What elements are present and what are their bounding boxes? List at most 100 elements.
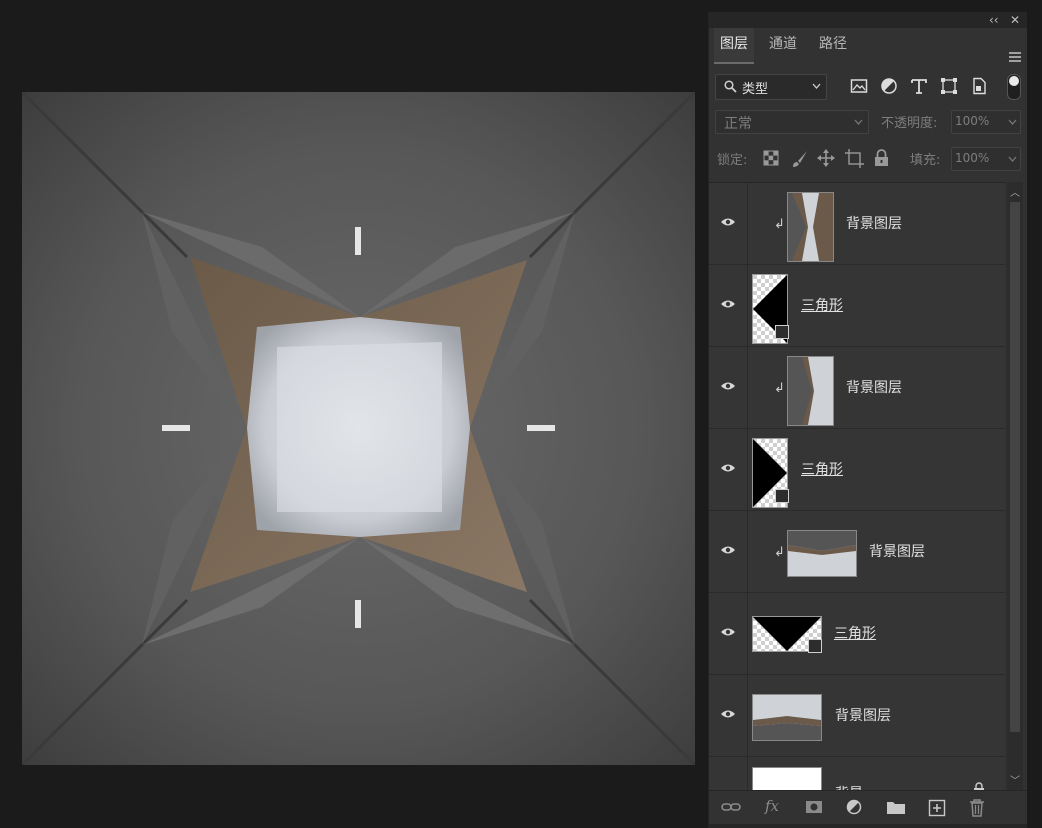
layer-name[interactable]: 三角形: [801, 295, 843, 315]
blend-mode-value: 正常: [724, 116, 752, 132]
layer-name[interactable]: 背景图层: [846, 377, 902, 397]
eye-icon[interactable]: [720, 299, 736, 309]
type-filter-icon[interactable]: [910, 77, 928, 95]
collapse-panel-button[interactable]: ‹‹: [989, 12, 999, 28]
layer-name[interactable]: 背景图层: [835, 705, 891, 725]
chevron-down-icon: [854, 119, 863, 125]
visibility-column: [709, 183, 748, 264]
panel-bottom-edge: [709, 824, 1027, 828]
layer-filter-row: 类型: [709, 72, 1027, 102]
visibility-column: [709, 757, 748, 791]
layer-row[interactable]: 背景图层: [709, 675, 1005, 757]
close-panel-button[interactable]: ✕: [1010, 12, 1020, 28]
visibility-column: [709, 593, 748, 674]
new-adjustment-icon[interactable]: [846, 799, 864, 817]
layer-name[interactable]: 三角形: [801, 459, 843, 479]
eye-icon[interactable]: [720, 545, 736, 555]
link-layers-icon[interactable]: [721, 799, 741, 815]
road-vertical-thumbnail: [788, 357, 833, 425]
road-vertical-thumbnail: [788, 193, 833, 261]
layer-thumbnail[interactable]: [752, 694, 822, 741]
layer-row[interactable]: 背景: [709, 757, 1005, 791]
filter-kind-label: 类型: [742, 82, 769, 97]
delete-layer-icon[interactable]: [969, 799, 985, 817]
eye-icon[interactable]: [720, 627, 736, 637]
layer-name[interactable]: 背景图层: [869, 541, 925, 561]
lock-transparent-pixels-icon[interactable]: [763, 150, 779, 166]
layer-thumbnail[interactable]: [752, 767, 822, 791]
visibility-column: [709, 429, 748, 510]
fx-icon[interactable]: fx: [765, 797, 779, 815]
visibility-column: [709, 675, 748, 756]
layer-row[interactable]: 三角形: [709, 429, 1005, 511]
scroll-up-icon[interactable]: ︿: [1010, 184, 1020, 199]
chevron-down-icon: [1008, 156, 1017, 162]
layers-list: ↲ 背景图层 三角形 ↲ 背景图层 三角形 ↲ 背景图层 三角形 背景图层: [709, 182, 1005, 791]
blend-mode-select[interactable]: 正常: [715, 110, 869, 134]
opacity-field[interactable]: 100%: [951, 110, 1021, 134]
panel-menu-icon[interactable]: [1009, 52, 1021, 64]
fill-value: 100%: [955, 151, 990, 165]
clipping-mask-arrow-icon: ↲: [774, 381, 785, 396]
add-mask-icon[interactable]: [805, 799, 823, 815]
kaleidoscope-road-image: [22, 92, 695, 765]
tab-layers[interactable]: 图层: [714, 28, 754, 64]
image-filter-icon[interactable]: [850, 77, 868, 95]
panel-title-bar: ‹‹ ✕: [709, 12, 1027, 28]
clipping-mask-arrow-icon: ↲: [774, 217, 785, 232]
filter-toggle-switch[interactable]: [1007, 74, 1021, 100]
document-canvas[interactable]: [22, 92, 695, 765]
layer-row[interactable]: ↲ 背景图层: [709, 347, 1005, 429]
chevron-down-icon: [812, 83, 821, 89]
eye-icon[interactable]: [720, 381, 736, 391]
layers-footer-toolbar: fx: [709, 790, 1027, 825]
lock-row: 锁定: 填充: 100%: [709, 144, 1027, 174]
scroll-down-icon[interactable]: ﹀: [1010, 772, 1020, 787]
tab-paths[interactable]: 路径: [813, 28, 853, 62]
lock-all-icon[interactable]: [874, 149, 889, 167]
adjustment-filter-icon[interactable]: [880, 77, 898, 95]
panel-tabs: 图层 通道 路径: [709, 28, 1027, 64]
layer-thumbnail[interactable]: [787, 530, 857, 577]
layer-thumbnail[interactable]: [787, 192, 834, 262]
lock-image-pixels-icon[interactable]: [791, 150, 809, 168]
smart-object-filter-icon[interactable]: [970, 77, 988, 95]
shape-layer-badge-icon: [775, 325, 789, 339]
shape-layer-badge-icon: [775, 489, 789, 503]
clipping-mask-arrow-icon: ↲: [774, 545, 785, 560]
new-layer-icon[interactable]: [928, 799, 946, 817]
layer-thumbnail[interactable]: [787, 356, 834, 426]
road-horizontal-thumbnail: [753, 695, 821, 740]
visibility-column: [709, 347, 748, 428]
chevron-down-icon: [1008, 119, 1017, 125]
eye-icon[interactable]: [720, 463, 736, 473]
eye-icon[interactable]: [720, 709, 736, 719]
search-icon: [724, 80, 737, 93]
scroll-thumb[interactable]: [1010, 202, 1020, 732]
layer-row[interactable]: 三角形: [709, 265, 1005, 347]
filter-kind-select[interactable]: 类型: [715, 74, 827, 100]
lock-position-icon[interactable]: [817, 149, 835, 167]
visibility-column: [709, 265, 748, 346]
layers-scrollbar[interactable]: ︿ ﹀: [1007, 182, 1023, 790]
layer-row[interactable]: ↲ 背景图层: [709, 183, 1005, 265]
fill-label: 填充:: [910, 153, 941, 168]
shape-filter-icon[interactable]: [940, 77, 958, 95]
layer-row[interactable]: ↲ 背景图层: [709, 511, 1005, 593]
blend-mode-row: 正常 不透明度: 100%: [709, 108, 1027, 138]
opacity-label: 不透明度:: [881, 116, 938, 131]
layers-panel: ‹‹ ✕ 图层 通道 路径 类型 正常 不透明度: 100% 锁定: 填充: 1…: [708, 12, 1027, 828]
layer-row[interactable]: 三角形: [709, 593, 1005, 675]
layer-name[interactable]: 背景图层: [846, 213, 902, 233]
new-group-icon[interactable]: [886, 799, 906, 815]
lock-label: 锁定:: [717, 153, 748, 168]
lock-artboard-icon[interactable]: [845, 149, 864, 168]
layer-name[interactable]: 三角形: [834, 623, 876, 643]
shape-layer-badge-icon: [808, 639, 822, 653]
opacity-value: 100%: [955, 114, 990, 128]
road-horizontal-flipped-thumbnail: [788, 531, 856, 576]
fill-field[interactable]: 100%: [951, 147, 1021, 171]
visibility-column: [709, 511, 748, 592]
eye-icon[interactable]: [720, 217, 736, 227]
tab-channels[interactable]: 通道: [763, 28, 803, 62]
